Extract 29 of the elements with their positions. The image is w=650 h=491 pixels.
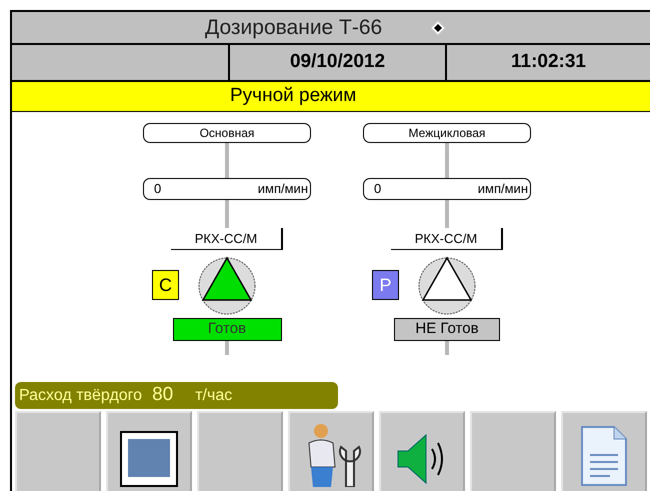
line-name-field: Межцикловая [363, 123, 531, 143]
rate-value: 0 [374, 180, 382, 198]
rate-unit: имп/мин [478, 180, 528, 198]
document-icon [580, 425, 628, 487]
line-name-field: Основная [143, 123, 311, 143]
mode-badge: С [152, 270, 179, 300]
status-label: НЕ Готов [394, 318, 500, 341]
service-button[interactable] [288, 411, 374, 491]
mode-badge: Р [372, 270, 399, 300]
screen-icon [120, 431, 178, 487]
device-label: РКХ-СС/М [171, 228, 283, 250]
rate-value: 0 [154, 180, 162, 198]
window-title: Дозирование Т-66 [205, 14, 382, 41]
flow-unit: т/час [195, 386, 232, 406]
device-label: РКХ-СС/М [391, 228, 503, 250]
flow-value: 80 [152, 383, 174, 408]
blank-button[interactable] [470, 411, 556, 491]
document-button[interactable] [561, 411, 647, 491]
flow-label: Расход твёрдого [19, 386, 142, 406]
sound-button[interactable] [379, 411, 465, 491]
status-label: Готов [172, 318, 282, 341]
blank-button[interactable] [197, 411, 283, 491]
time-text: 11:02:31 [510, 50, 586, 74]
screen-button[interactable] [106, 411, 192, 491]
rate-unit: имп/мин [258, 180, 308, 198]
blank-button[interactable] [15, 411, 101, 491]
mode-text: Ручной режим [230, 84, 356, 108]
diamond-icon [430, 20, 446, 36]
date-text: 09/10/2012 [290, 50, 386, 74]
